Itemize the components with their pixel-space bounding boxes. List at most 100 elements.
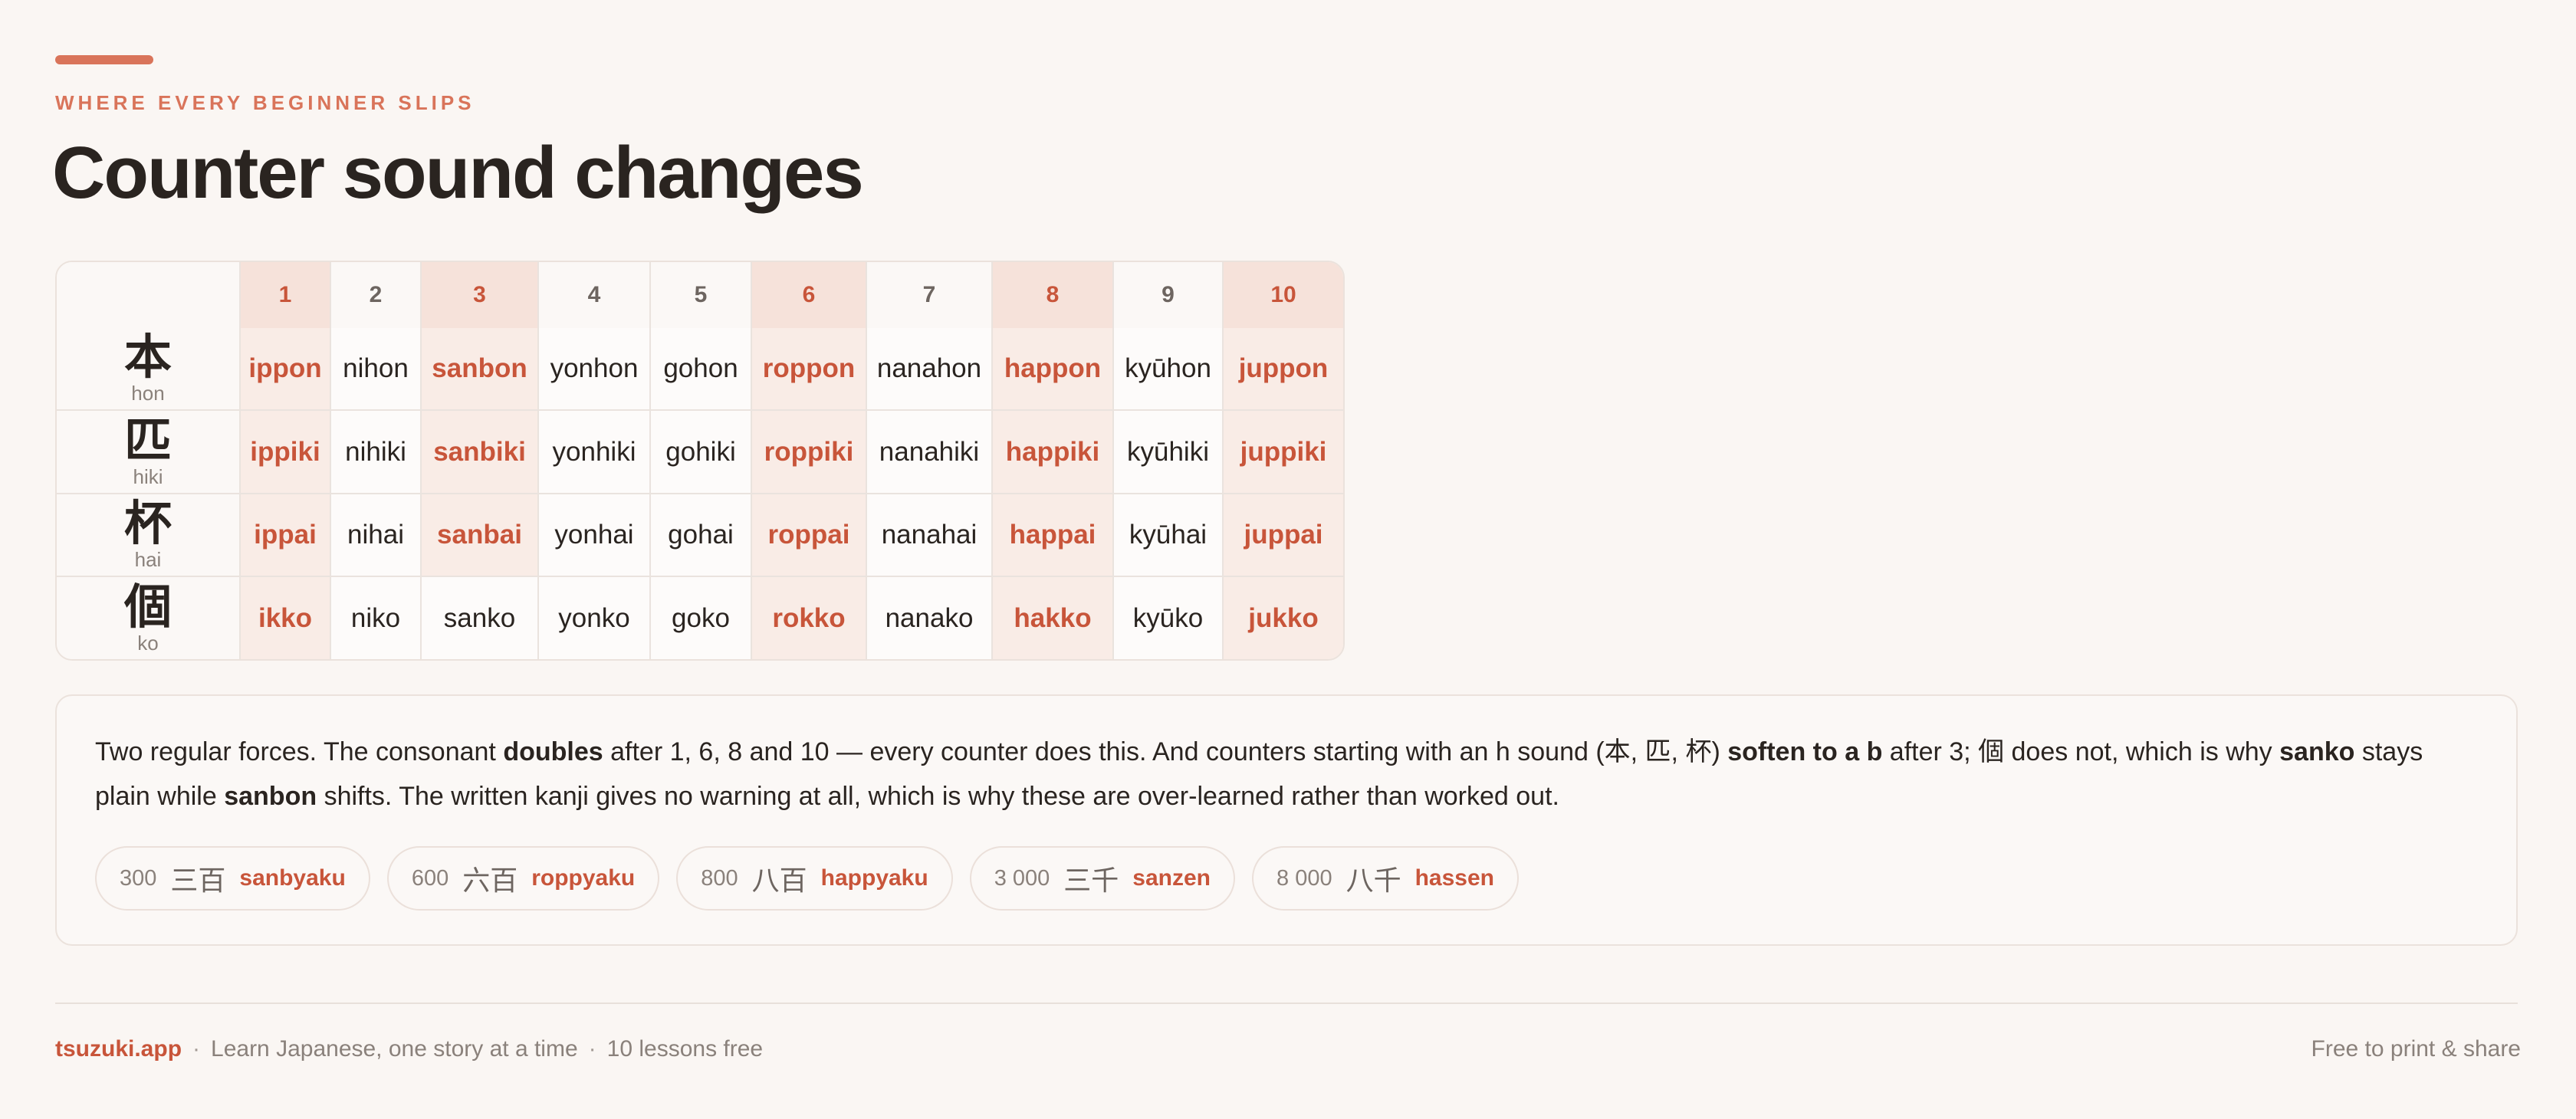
table-corner [57,262,241,328]
footer-brand-link[interactable]: tsuzuki.app [55,1036,182,1062]
table-cell: roppai [751,492,867,578]
explanation-emphasis: doubles [503,737,603,766]
example-chip: 800 八百 happyaku [676,846,953,911]
chip-kanji: 三千 [1063,865,1119,897]
table-cell: kyūko [1112,576,1224,659]
table-cell: yonhon [537,328,651,412]
table-row: 杯 hai ippai nihai sanbai yonhai gohai ro… [57,492,1343,578]
chip-number: 300 [120,865,157,891]
footer-divider [55,1003,2518,1004]
example-chip-list: 300 三百 sanbyaku 600 六百 roppyaku 800 八百 h… [95,846,1519,911]
counter-table: 1 2 3 4 5 6 7 8 9 10 本 hon ippon nihon s… [57,262,1343,659]
table-cell: kyūhiki [1112,409,1224,494]
column-header-10: 10 [1222,262,1343,328]
footer-offer: 10 lessons free [606,1036,764,1062]
row-header-hai: 杯 hai [57,492,241,578]
table-row: 匹 hiki ippiki nihiki sanbiki yonhiki goh… [57,409,1343,494]
accent-bar [55,55,153,64]
row-header-hiki: 匹 hiki [57,409,241,494]
table-cell: jukko [1222,576,1343,659]
column-header-1: 1 [239,262,331,328]
eyebrow-label: WHERE EVERY BEGINNER SLIPS [55,91,475,114]
column-header-7: 7 [866,262,993,328]
table-cell: ikko [239,576,331,659]
table-cell: nihon [330,328,422,412]
column-header-3: 3 [420,262,539,328]
column-header-8: 8 [991,262,1114,328]
footer-separator: · [588,1036,596,1062]
counter-kanji: 本 [123,329,172,386]
row-header-ko: 個 ko [57,576,241,659]
chip-kanji: 六百 [462,865,518,897]
table-cell: gohon [649,328,752,412]
table-cell: yonhai [537,492,651,578]
table-cell: sanko [420,576,539,659]
explanation-segment: after 3; 個 does not, which is why [1882,737,2280,766]
column-header-6: 6 [751,262,867,328]
table-cell: roppiki [751,409,867,494]
table-cell: yonhiki [537,409,651,494]
explanation-segment: Two regular forces. The consonant [95,737,504,766]
table-cell: sanbon [420,328,539,412]
example-chip: 3 000 三千 sanzen [969,846,1236,911]
chip-number: 600 [411,865,449,891]
table-cell: juppon [1222,328,1343,412]
column-header-row: 1 2 3 4 5 6 7 8 9 10 [57,262,1343,328]
footer-left: tsuzuki.app · Learn Japanese, one story at… [55,1036,763,1062]
footer-separator: · [192,1036,201,1062]
footer-tagline: Learn Japanese, one story at a time [211,1036,578,1062]
table-cell: juppiki [1222,409,1343,494]
page-title: Counter sound changes [52,132,864,214]
table-cell: nanahai [866,492,993,578]
table-cell: goko [649,576,752,659]
counter-reading: hiki [133,464,163,488]
chip-number: 3 000 [994,865,1050,891]
example-chip: 300 三百 sanbyaku [95,846,370,911]
chip-number: 8 000 [1276,865,1332,891]
table-cell: nihiki [330,409,422,494]
table-cell: sanbiki [420,409,539,494]
table-cell: rokko [751,576,867,659]
chip-reading: sanbyaku [239,865,346,891]
table-cell: yonko [537,576,651,659]
column-header-9: 9 [1112,262,1224,328]
table-row: 個 ko ikko niko sanko yonko goko rokko na… [57,576,1343,659]
table-cell: sanbai [420,492,539,578]
table-row: 本 hon ippon nihon sanbon yonhon gohon ro… [57,328,1343,412]
footer-print-note: Free to print & share [2311,1036,2521,1062]
row-header-hon: 本 hon [57,328,241,412]
counter-kanji: 匹 [123,412,172,468]
table-cell: ippon [239,328,331,412]
explanation-text: Two regular forces. The consonant double… [95,730,2479,819]
chip-kanji: 八千 [1346,865,1401,897]
chip-reading: happyaku [820,865,928,891]
counter-reading: ko [137,631,159,655]
chip-reading: roppyaku [531,865,636,891]
chip-reading: hassen [1414,865,1494,891]
column-header-2: 2 [330,262,422,328]
counter-reading: hon [131,382,165,405]
table-cell: gohai [649,492,752,578]
chip-kanji: 八百 [751,865,807,897]
table-cell: ippiki [239,409,331,494]
chip-kanji: 三百 [170,865,226,897]
table-cell: roppon [751,328,867,412]
table-cell: kyūhai [1112,492,1224,578]
chip-number: 800 [701,865,738,891]
table-cell: gohiki [649,409,752,494]
example-chip: 600 六百 roppyaku [386,846,660,911]
table-cell: niko [330,576,422,659]
table-cell: nanako [866,576,993,659]
explanation-segment: shifts. The written kanji gives no warni… [317,782,1559,811]
example-chip: 8 000 八千 hassen [1252,846,1519,911]
table-cell: hakko [991,576,1114,659]
table-cell: happiki [991,409,1114,494]
column-header-4: 4 [537,262,651,328]
column-header-5: 5 [649,262,752,328]
explanation-emphasis: soften to a b [1727,737,1883,766]
table-cell: ippai [239,492,331,578]
counter-kanji: 杯 [123,495,172,552]
explanation-emphasis: sanko [2279,737,2355,766]
explanation-emphasis: sanbon [224,782,317,811]
table-cell: happon [991,328,1114,412]
